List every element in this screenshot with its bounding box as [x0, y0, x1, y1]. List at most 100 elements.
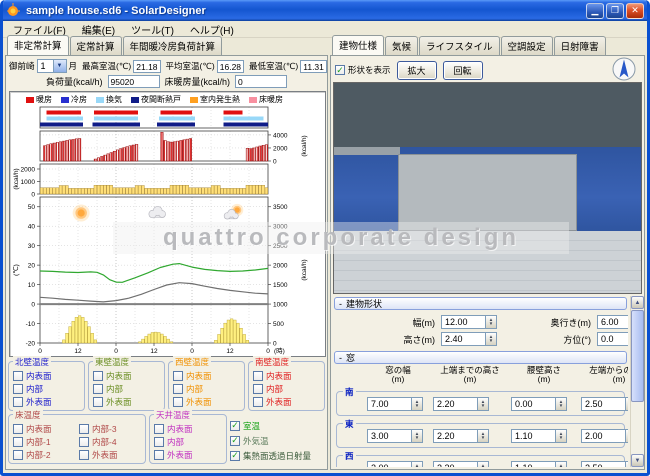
spinner-south-1[interactable]: 2.20▲▼ — [433, 397, 489, 411]
collapse-toggle-icon[interactable]: - — [339, 353, 342, 363]
checkbox-south-wall-temp-1[interactable]: 内部 — [253, 382, 322, 395]
checkbox-floor-temp-2[interactable]: 内部-1 — [13, 435, 77, 448]
spinner-west-3-buttons[interactable]: ▲▼ — [625, 462, 628, 467]
checkbox-floor-temp-0[interactable]: 内表面 — [13, 422, 77, 435]
spinner-west-1-buttons[interactable]: ▲▼ — [477, 462, 488, 467]
checkbox-east-wall-temp-2[interactable]: 外表面 — [93, 395, 162, 408]
checkbox-floor-temp-1-box[interactable] — [79, 424, 89, 434]
spinner-south-2[interactable]: 0.00▲▼ — [511, 397, 567, 411]
checkbox-floor-temp-3[interactable]: 内部-4 — [79, 435, 143, 448]
minimize-button[interactable]: ▁ — [586, 3, 604, 19]
spinner-west-1[interactable]: 2.20▲▼ — [433, 461, 489, 467]
spinner-south-3-buttons[interactable]: ▲▼ — [625, 398, 628, 410]
spinner-width-down-button[interactable]: ▼ — [489, 322, 493, 327]
checkbox-south-wall-temp-1-box[interactable] — [253, 384, 263, 394]
checkbox-east-wall-temp-1[interactable]: 内部 — [93, 382, 162, 395]
dropdown-arrow-icon[interactable]: ▼ — [53, 60, 66, 72]
checkbox-east-wall-temp-1-box[interactable] — [93, 384, 103, 394]
checkbox-floor-temp-5-box[interactable] — [79, 450, 89, 460]
zoom-button[interactable]: 拡大 — [397, 61, 437, 80]
spinner-height-buttons[interactable]: ▲▼ — [485, 333, 496, 345]
menu-item-help[interactable]: ヘルプ(H) — [182, 21, 242, 38]
checkbox-north-wall-temp-0-box[interactable] — [13, 371, 23, 381]
spinner-west-2[interactable]: 1.10▲▼ — [511, 461, 567, 467]
spinner-east-0[interactable]: 3.00▲▼ — [367, 429, 423, 443]
spinner-width[interactable]: 12.00▲▼ — [441, 315, 497, 329]
checkbox-east-wall-temp-2-box[interactable] — [93, 397, 103, 407]
spinner-south-0-buttons[interactable]: ▲▼ — [411, 398, 422, 410]
checkbox-south-wall-temp-0[interactable]: 内表面 — [253, 369, 322, 382]
tab-annual-load-calc[interactable]: 年間暖冷房負荷計算 — [123, 36, 223, 55]
checkbox-west-wall-temp-0-box[interactable] — [173, 371, 183, 381]
spinner-east-1-down-button[interactable]: ▼ — [481, 436, 485, 441]
spinner-east-2-buttons[interactable]: ▲▼ — [555, 430, 566, 442]
tab-unsteady-calc[interactable]: 非定常計算 — [7, 35, 69, 55]
tab-climate[interactable]: 気候 — [385, 36, 418, 55]
checkbox-floor-temp-4[interactable]: 内部-2 — [13, 448, 77, 461]
spinner-east-3-buttons[interactable]: ▲▼ — [625, 430, 628, 442]
title-bar[interactable]: sample house.sd6 - SolarDesigner ▁ ❐ ✕ — [3, 0, 647, 21]
spinner-width-buttons[interactable]: ▲▼ — [485, 316, 496, 328]
spinner-west-2-buttons[interactable]: ▲▼ — [555, 462, 566, 467]
checkbox-outdoor-temp[interactable]: ✓外気温 — [230, 434, 325, 447]
spinner-east-0-down-button[interactable]: ▼ — [415, 436, 419, 441]
checkbox-ceiling-temp-2[interactable]: 外表面 — [154, 448, 224, 461]
spinner-height-down-button[interactable]: ▼ — [489, 339, 493, 344]
vertical-scrollbar[interactable]: ▲ ▼ — [630, 296, 644, 467]
checkbox-floor-temp-2-box[interactable] — [13, 437, 23, 447]
scrollbar-up-button[interactable]: ▲ — [631, 296, 644, 309]
spinner-south-2-buttons[interactable]: ▲▼ — [555, 398, 566, 410]
maximize-button[interactable]: ❐ — [606, 3, 624, 19]
collapse-toggle-icon[interactable]: - — [339, 299, 342, 309]
spinner-height[interactable]: 2.40▲▼ — [441, 332, 497, 346]
spinner-south-0-down-button[interactable]: ▼ — [415, 404, 419, 409]
month-select[interactable]: 1 ▼ — [37, 59, 67, 73]
spinner-east-3[interactable]: 2.00▲▼ — [581, 429, 628, 443]
spinner-east-2[interactable]: 1.10▲▼ — [511, 429, 567, 443]
tab-solar-obstruction[interactable]: 日射障害 — [554, 36, 606, 55]
spinner-west-0[interactable]: 2.00▲▼ — [367, 461, 423, 467]
checkbox-ceiling-temp-1-box[interactable] — [154, 437, 164, 447]
spinner-west-3[interactable]: 2.50▲▼ — [581, 461, 628, 467]
spinner-east-0-buttons[interactable]: ▲▼ — [411, 430, 422, 442]
spinner-azimuth[interactable]: 0.0▲▼ — [597, 332, 628, 346]
checkbox-floor-temp-0-box[interactable] — [13, 424, 23, 434]
checkbox-room-temp-box[interactable]: ✓ — [230, 421, 240, 431]
tab-lifestyle[interactable]: ライフスタイル — [419, 36, 500, 55]
scrollbar-thumb[interactable] — [631, 310, 644, 402]
spinner-south-1-down-button[interactable]: ▼ — [481, 404, 485, 409]
spinner-east-1-buttons[interactable]: ▲▼ — [477, 430, 488, 442]
scrollbar-down-button[interactable]: ▼ — [631, 454, 644, 467]
rotate-button[interactable]: 回転 — [443, 61, 483, 80]
checkbox-floor-temp-4-box[interactable] — [13, 450, 23, 460]
checkbox-north-wall-temp-2[interactable]: 外表面 — [13, 395, 82, 408]
menu-item-tools[interactable]: ツール(T) — [123, 21, 182, 38]
checkbox-north-wall-temp-2-box[interactable] — [13, 397, 23, 407]
checkbox-north-wall-temp-1-box[interactable] — [13, 384, 23, 394]
spinner-south-2-down-button[interactable]: ▼ — [559, 404, 563, 409]
checkbox-north-wall-temp-1[interactable]: 内部 — [13, 382, 82, 395]
close-button[interactable]: ✕ — [626, 3, 644, 19]
spinner-south-3[interactable]: 2.50▲▼ — [581, 397, 628, 411]
checkbox-ceiling-temp-2-box[interactable] — [154, 450, 164, 460]
tab-building-spec[interactable]: 建物仕様 — [332, 35, 384, 55]
spinner-east-2-down-button[interactable]: ▼ — [559, 436, 563, 441]
checkbox-outdoor-temp-box[interactable]: ✓ — [230, 436, 240, 446]
tab-hvac[interactable]: 空調設定 — [501, 36, 553, 55]
checkbox-west-wall-temp-1-box[interactable] — [173, 384, 183, 394]
checkbox-floor-temp-5[interactable]: 外表面 — [79, 448, 143, 461]
checkbox-north-wall-temp-0[interactable]: 内表面 — [13, 369, 82, 382]
menu-item-edit[interactable]: 編集(E) — [74, 21, 123, 38]
spinner-south-0[interactable]: 7.00▲▼ — [367, 397, 423, 411]
show-shape-checkbox-box[interactable]: ✓ — [335, 65, 345, 75]
checkbox-west-wall-temp-2-box[interactable] — [173, 397, 183, 407]
checkbox-west-wall-temp-2[interactable]: 外表面 — [173, 395, 242, 408]
checkbox-east-wall-temp-0-box[interactable] — [93, 371, 103, 381]
checkbox-west-wall-temp-0[interactable]: 内表面 — [173, 369, 242, 382]
checkbox-ceiling-temp-0-box[interactable] — [154, 424, 164, 434]
checkbox-ceiling-temp-1[interactable]: 内部 — [154, 435, 224, 448]
checkbox-south-wall-temp-2[interactable]: 外表面 — [253, 395, 322, 408]
spinner-west-0-buttons[interactable]: ▲▼ — [411, 462, 422, 467]
checkbox-east-wall-temp-0[interactable]: 内表面 — [93, 369, 162, 382]
checkbox-south-wall-temp-0-box[interactable] — [253, 371, 263, 381]
